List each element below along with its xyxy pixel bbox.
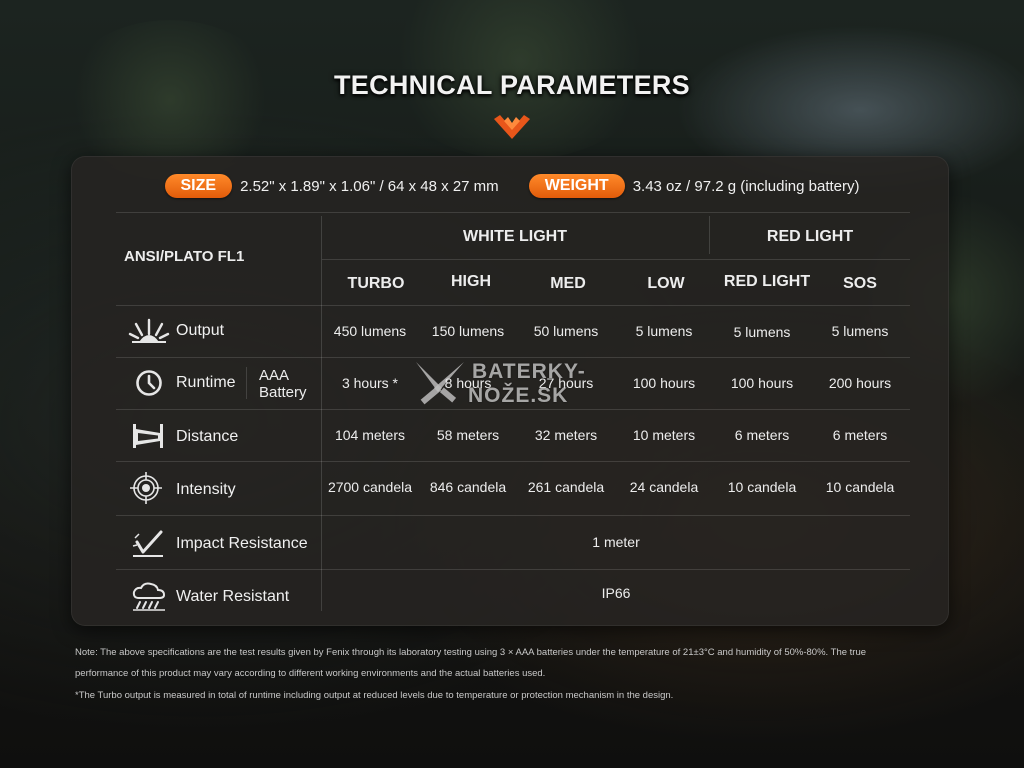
output-value-low: 5 lumens bbox=[635, 323, 693, 340]
size-weight-row: SIZE 2.52" x 1.89" x 1.06" / 64 x 48 x 2… bbox=[0, 171, 1024, 201]
output-value-turbo: 450 lumens bbox=[333, 323, 407, 340]
group-header-white-light: WHITE LIGHT bbox=[463, 228, 567, 246]
row-label-impact-resistance: Impact Resistance bbox=[176, 535, 308, 552]
weight-value: 3.43 oz / 97.2 g (including battery) bbox=[632, 177, 860, 195]
output-value-med: 50 lumens bbox=[533, 323, 599, 340]
intensity-value-turbo: 2700 candela bbox=[327, 479, 413, 496]
divider bbox=[116, 212, 910, 213]
divider bbox=[116, 461, 910, 462]
output-value-red-light: 5 lumens bbox=[733, 324, 791, 341]
group-header-red-light: RED LIGHT bbox=[766, 228, 854, 246]
note-line-1: Note: The above specifications are the t… bbox=[75, 647, 867, 658]
output-value-high: 150 lumens bbox=[431, 323, 505, 340]
divider bbox=[322, 259, 910, 260]
runtime-value-high: 8 hours bbox=[444, 375, 492, 392]
weight-badge: WEIGHT bbox=[528, 174, 625, 198]
table-corner-label: ANSI/PLATO FL1 bbox=[124, 247, 245, 265]
distance-value-sos: 6 meters bbox=[832, 427, 888, 444]
size-value: 2.52" x 1.89" x 1.06" / 64 x 48 x 27 mm bbox=[240, 177, 499, 195]
beam-distance-icon bbox=[132, 423, 164, 449]
mode-header-high: HIGH bbox=[451, 273, 491, 291]
divider bbox=[116, 515, 910, 516]
divider bbox=[116, 305, 910, 306]
intensity-value-high: 846 candela bbox=[429, 479, 507, 496]
rain-cloud-icon bbox=[131, 582, 167, 612]
intensity-value-sos: 10 candela bbox=[825, 479, 895, 496]
note-line-2: performance of this product may vary acc… bbox=[75, 668, 546, 679]
impact-resistance-value: 1 meter bbox=[592, 534, 640, 551]
intensity-value-red-light: 10 candela bbox=[727, 479, 797, 496]
note-line-3: *The Turbo output is measured in total o… bbox=[75, 690, 674, 701]
divider bbox=[116, 569, 910, 570]
runtime-sublabel-battery: Battery bbox=[259, 383, 307, 401]
distance-value-red-light: 6 meters bbox=[734, 427, 790, 444]
runtime-value-med: 27 hours bbox=[538, 375, 594, 392]
runtime-value-low: 100 hours bbox=[632, 375, 696, 392]
runtime-value-sos: 200 hours bbox=[828, 375, 892, 392]
distance-value-turbo: 104 meters bbox=[334, 427, 406, 444]
runtime-value-red-light: 100 hours bbox=[730, 375, 794, 392]
chevron-down-icon bbox=[494, 115, 530, 139]
row-label-intensity: Intensity bbox=[176, 481, 236, 498]
mode-header-turbo: TURBO bbox=[347, 275, 405, 293]
row-label-water-resistant: Water Resistant bbox=[176, 588, 290, 605]
impact-icon bbox=[131, 528, 165, 558]
page-title: TECHNICAL PARAMETERS bbox=[333, 70, 690, 100]
row-label-output: Output bbox=[176, 322, 225, 339]
distance-value-high: 58 meters bbox=[436, 427, 500, 444]
output-value-sos: 5 lumens bbox=[831, 323, 889, 340]
row-label-runtime: Runtime bbox=[176, 374, 236, 391]
burst-icon bbox=[128, 316, 170, 344]
water-resistance-value: IP66 bbox=[601, 585, 631, 602]
divider bbox=[116, 357, 910, 358]
mode-header-red-light: RED LIGHT bbox=[723, 273, 811, 291]
intensity-value-med: 261 candela bbox=[527, 479, 605, 496]
intensity-value-low: 24 candela bbox=[629, 479, 699, 496]
mode-header-sos: SOS bbox=[843, 275, 877, 293]
distance-value-med: 32 meters bbox=[534, 427, 598, 444]
row-label-distance: Distance bbox=[176, 428, 239, 445]
target-icon bbox=[130, 472, 162, 504]
mode-header-low: LOW bbox=[647, 275, 685, 293]
runtime-value-turbo: 3 hours * bbox=[341, 375, 399, 392]
divider bbox=[116, 409, 910, 410]
runtime-sublabel-aaa: AAA bbox=[259, 366, 290, 384]
distance-value-low: 10 meters bbox=[632, 427, 696, 444]
divider bbox=[246, 367, 247, 399]
clock-icon bbox=[135, 369, 163, 397]
mode-header-med: MED bbox=[550, 275, 586, 293]
size-badge: SIZE bbox=[164, 174, 233, 198]
